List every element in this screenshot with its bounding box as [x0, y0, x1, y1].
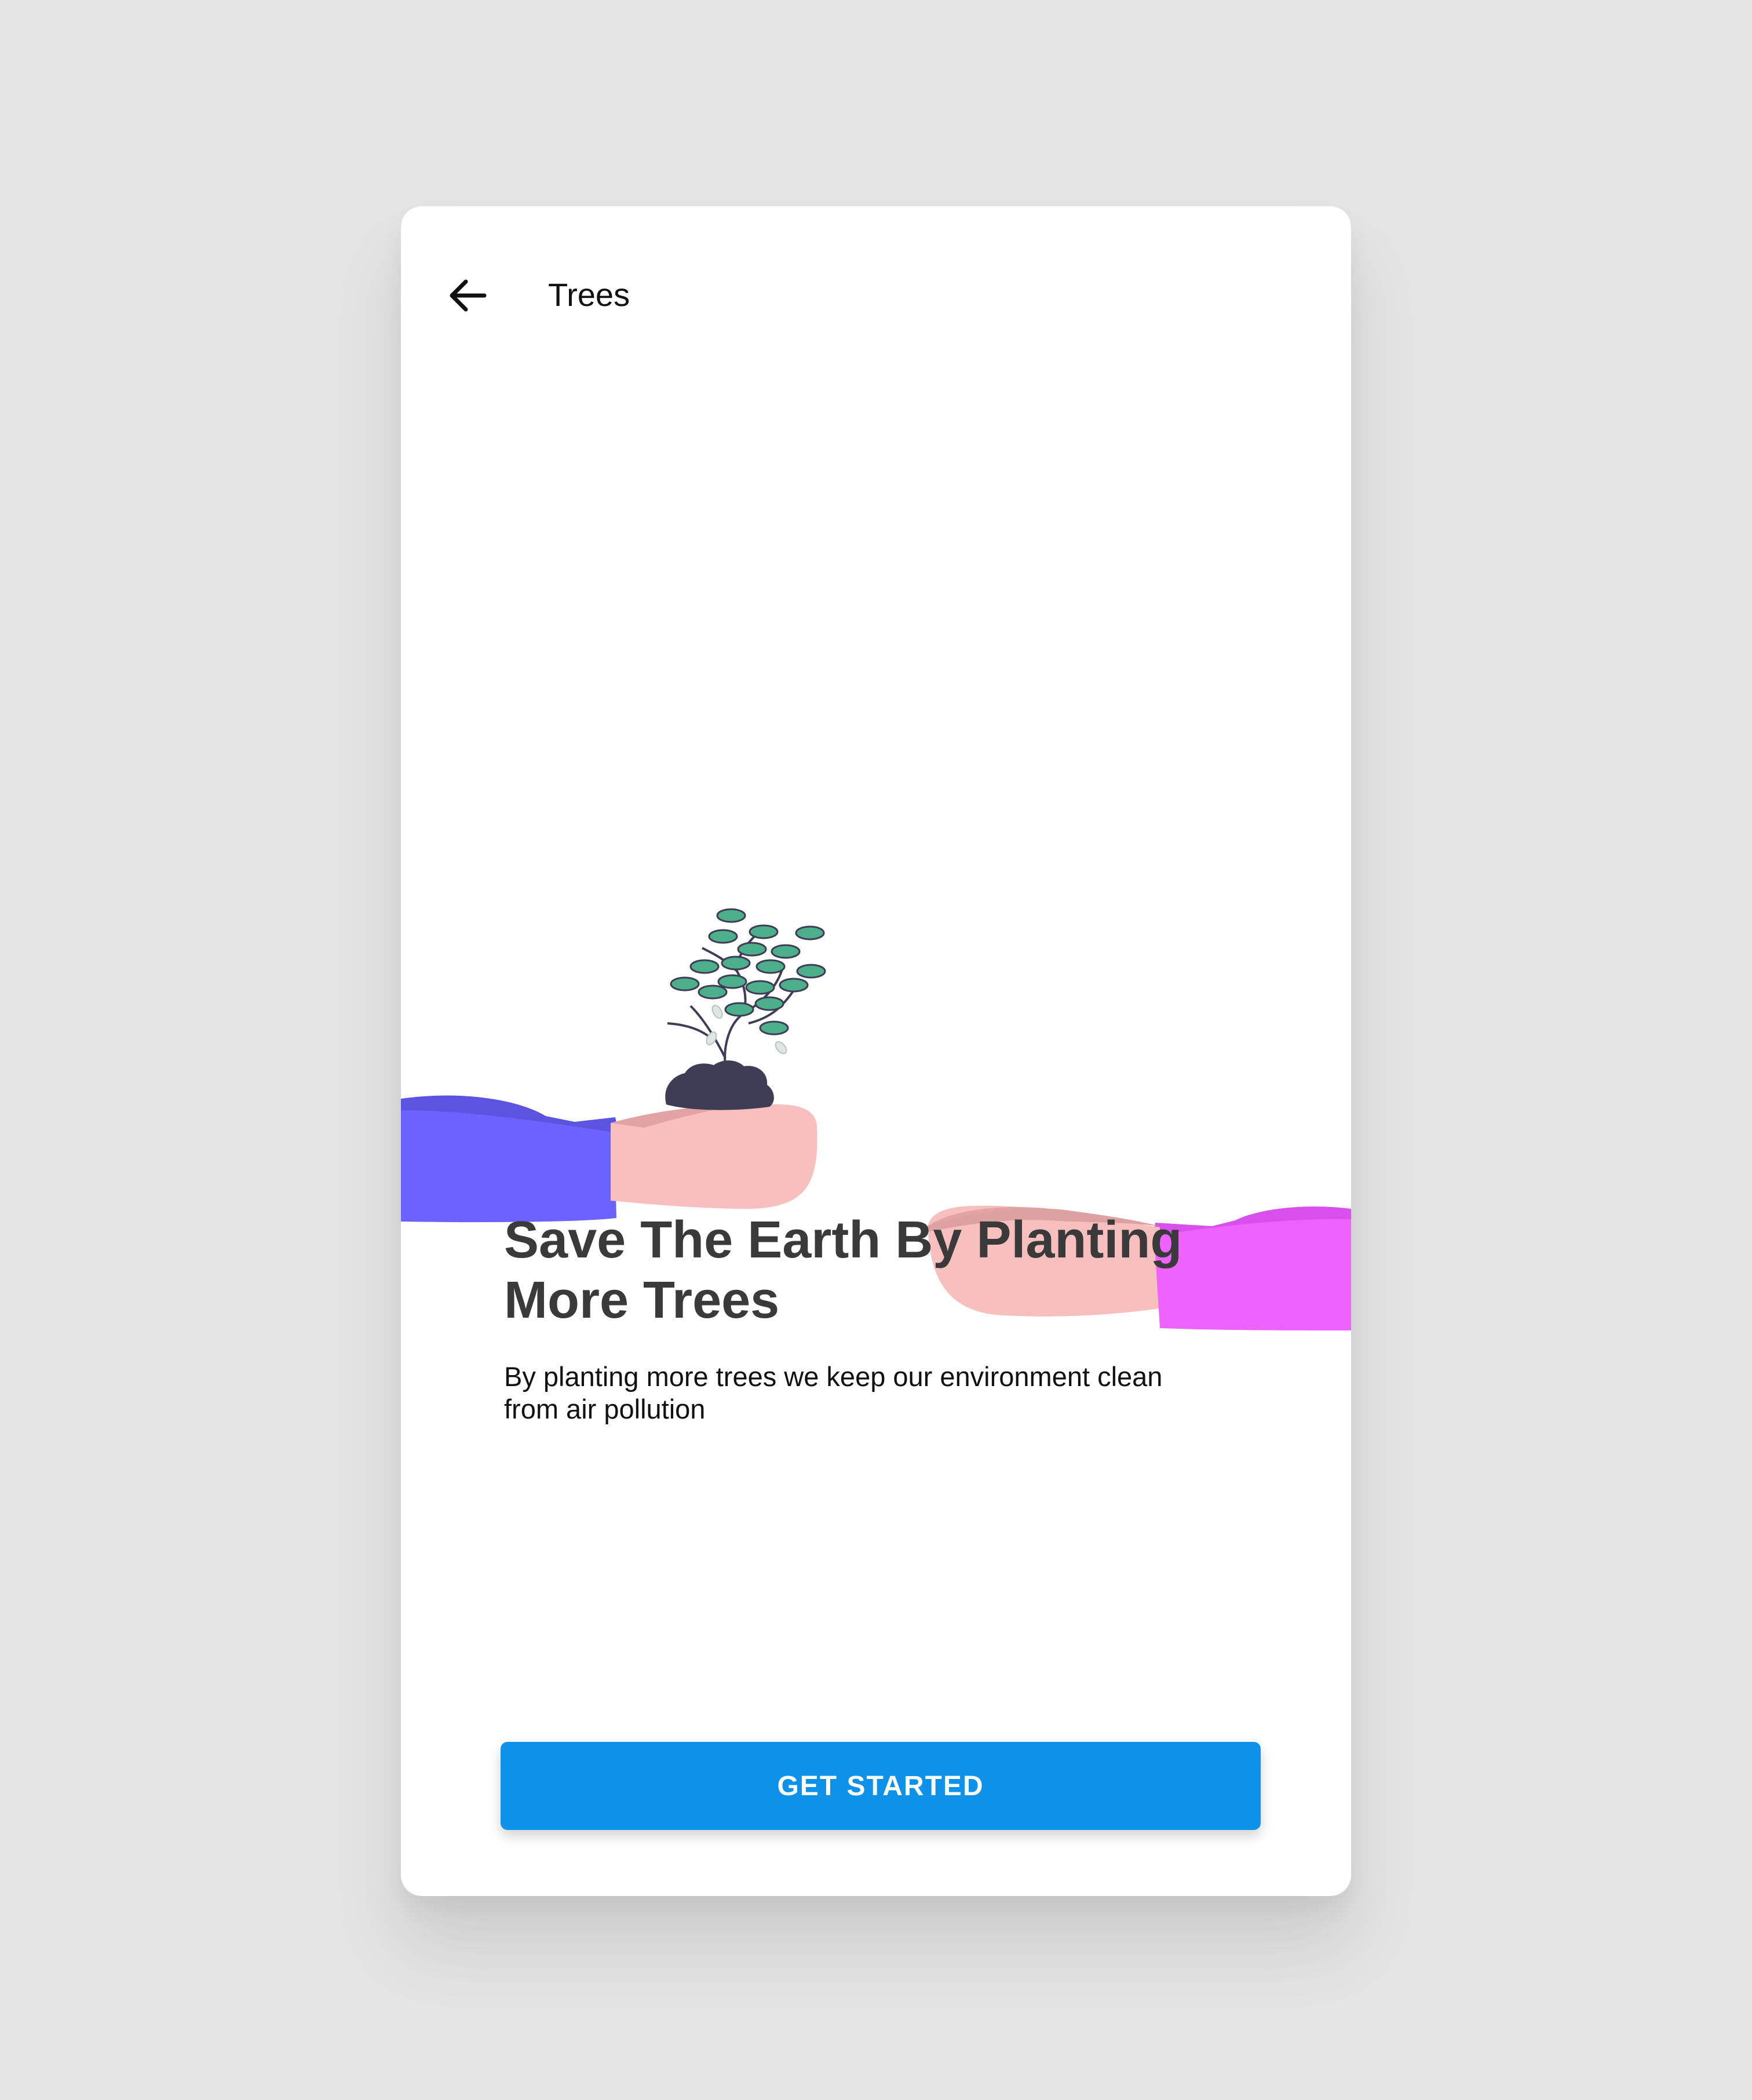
left-arm [401, 1095, 817, 1223]
description: By planting more trees we keep our envir… [504, 1361, 1163, 1424]
soil-clump [665, 1060, 774, 1110]
page-title: Trees [548, 276, 630, 313]
get-started-button[interactable]: GET STARTED [501, 1742, 1261, 1830]
arrow-left-icon [450, 279, 487, 312]
top-app-bar: Trees [401, 206, 1351, 380]
headline: Save The Earth By Planting More Trees [504, 1211, 1182, 1329]
onboarding-card: Trees Save The Earth By Planting More Tr… [401, 206, 1351, 1896]
sapling [667, 908, 826, 1067]
back-button[interactable] [440, 268, 496, 323]
